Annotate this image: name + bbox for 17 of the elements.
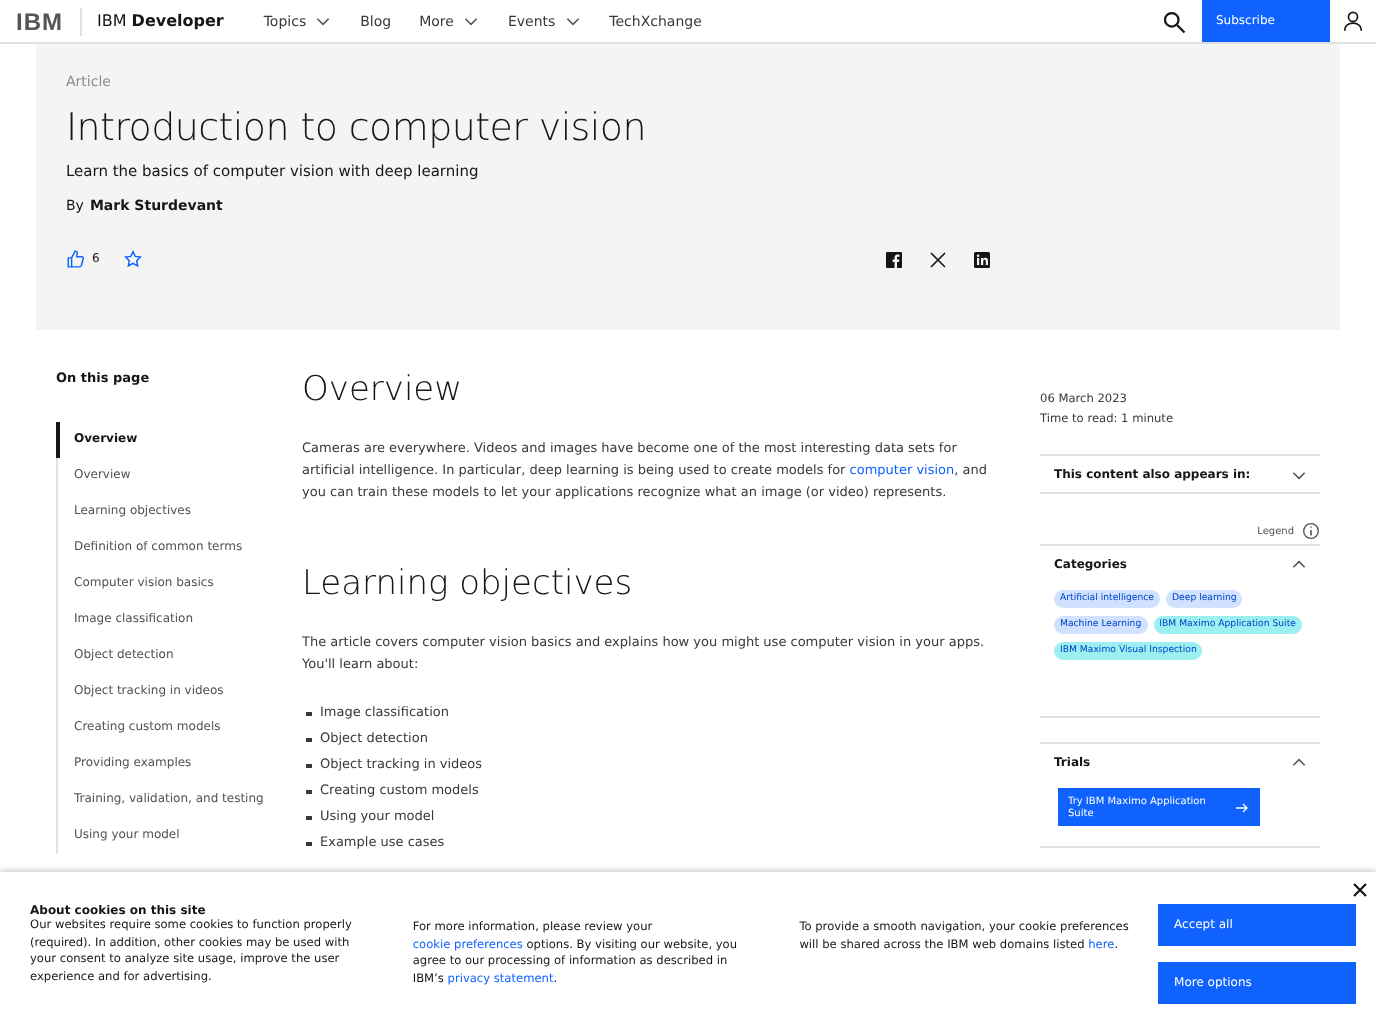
brand-name[interactable]: IBM Developer	[97, 12, 224, 30]
search-icon[interactable]	[1162, 9, 1186, 33]
arrow-right-icon	[1234, 799, 1250, 815]
section-heading: Overview	[302, 370, 465, 410]
section-heading: Learning objectives	[302, 564, 635, 604]
linkedin-icon[interactable]	[974, 251, 990, 267]
close-icon[interactable]	[1352, 882, 1368, 898]
x-icon[interactable]	[930, 251, 946, 267]
chevron-up-icon[interactable]	[1290, 555, 1308, 573]
user-icon[interactable]	[1342, 10, 1364, 32]
info-icon[interactable]	[1302, 522, 1320, 540]
ibm-logo[interactable]: IBM	[16, 7, 81, 35]
chevron-up-icon[interactable]	[1290, 753, 1308, 771]
thumbs-up-icon[interactable]	[66, 250, 84, 268]
star-icon[interactable]	[123, 250, 142, 268]
facebook-icon[interactable]	[886, 251, 902, 267]
article-title: Introduction to computer vision	[66, 106, 648, 150]
